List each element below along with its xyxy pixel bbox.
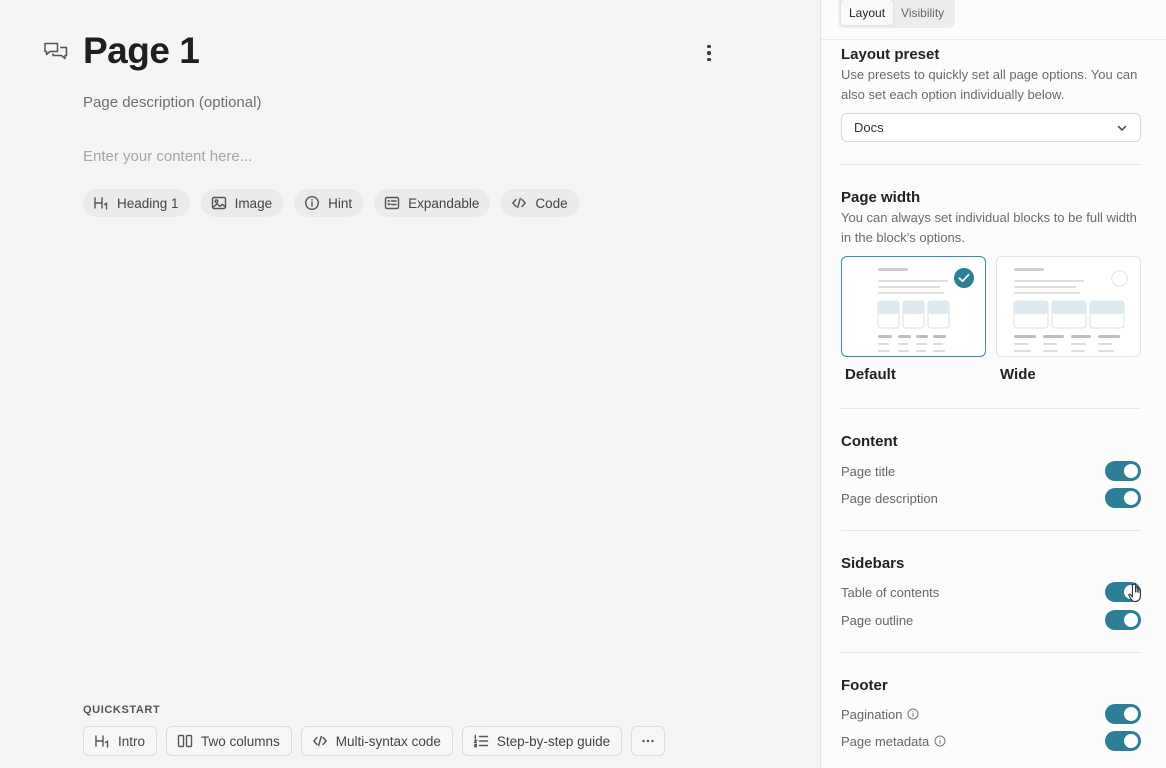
dot-icon	[707, 57, 711, 62]
toggle-row-page-outline: Page outline	[841, 609, 1141, 631]
toggle-label: Page metadata	[841, 733, 930, 749]
code-icon	[512, 197, 527, 209]
info-icon	[305, 195, 320, 211]
page-width-description: You can always set individual blocks to …	[841, 210, 1137, 245]
panel-tabs: Layout Visibility	[838, 0, 956, 28]
section-divider	[841, 652, 1141, 653]
comments-icon[interactable]	[43, 40, 69, 62]
insert-hint-button[interactable]: Hint	[294, 189, 364, 217]
quickstart-label-text: Step-by-step guide	[496, 733, 611, 749]
toggle-label-with-info: Page metadata	[841, 734, 946, 749]
quickstart-label-text: Multi-syntax code	[335, 733, 441, 749]
chip-label: Expandable	[408, 195, 480, 211]
insert-image-button[interactable]: Image	[200, 189, 284, 217]
quickstart-intro-button[interactable]: Intro	[83, 726, 158, 756]
info-icon[interactable]	[907, 708, 919, 720]
quickstart-multi-syntax-code-button[interactable]: Multi-syntax code	[300, 726, 453, 756]
more-options-button[interactable]	[700, 42, 718, 64]
section-divider	[841, 530, 1141, 531]
chevron-down-icon	[1117, 125, 1127, 131]
heading-icon	[94, 197, 108, 210]
chip-label: Heading 1	[117, 195, 179, 211]
section-divider	[841, 408, 1141, 409]
check-circle-icon	[954, 268, 974, 288]
page-width-option-default[interactable]	[841, 256, 986, 357]
page-outline-toggle[interactable]	[1105, 610, 1141, 630]
layout-preset-description: Use presets to quickly set all page opti…	[841, 67, 1138, 102]
heading-icon	[95, 735, 109, 748]
table-of-contents-toggle[interactable]	[1105, 582, 1141, 602]
page-description-toggle[interactable]	[1105, 488, 1141, 508]
dot-icon	[707, 44, 711, 49]
page-width-default-label: Default	[845, 366, 896, 383]
toggle-row-pagination: Pagination	[841, 703, 1141, 725]
insert-block-chips: Heading 1 Image Hint Expandable Code	[83, 189, 579, 217]
sidebars-section-title: Sidebars	[841, 555, 905, 572]
panel-header-divider	[821, 39, 1166, 40]
page-options-panel: Layout Visibility Layout preset Use pres…	[820, 0, 1166, 768]
insert-expandable-button[interactable]: Expandable	[374, 189, 491, 217]
info-icon[interactable]	[934, 735, 946, 747]
section-divider	[841, 164, 1141, 165]
quickstart-label: QUICKSTART	[83, 704, 161, 716]
columns-icon	[177, 734, 193, 748]
page-title[interactable]: Page 1	[83, 30, 200, 72]
chip-label: Image	[234, 195, 273, 211]
radio-circle-icon	[1111, 270, 1128, 287]
quickstart-buttons: Intro Two columns Multi-syntax code Step…	[83, 726, 666, 756]
page-width-wide-label: Wide	[1000, 366, 1036, 383]
pagination-toggle[interactable]	[1105, 704, 1141, 724]
image-icon	[211, 196, 226, 210]
content-section-title: Content	[841, 433, 898, 450]
page-title-toggle[interactable]	[1105, 461, 1141, 481]
footer-section-title: Footer	[841, 677, 888, 694]
layout-preset-value: Docs	[854, 120, 884, 135]
toggle-label: Page title	[841, 463, 896, 479]
toggle-label: Table of contents	[841, 584, 940, 600]
layout-preset-select[interactable]: Docs	[841, 113, 1141, 142]
toggle-row-page-title: Page title	[841, 460, 1141, 482]
insert-code-button[interactable]: Code	[501, 189, 579, 217]
more-horizontal-icon	[642, 739, 654, 743]
page-description-input[interactable]: Page description (optional)	[83, 94, 261, 111]
expandable-icon	[384, 196, 400, 210]
toggle-row-table-of-contents: Table of contents	[841, 581, 1141, 603]
toggle-label-with-info: Pagination	[841, 707, 919, 722]
quickstart-label-text: Two columns	[201, 733, 280, 749]
content-input[interactable]: Enter your content here...	[83, 148, 252, 165]
page-metadata-toggle[interactable]	[1105, 731, 1141, 751]
chip-label: Code	[535, 195, 568, 211]
tab-visibility[interactable]: Visibility	[893, 0, 952, 25]
page-width-option-wide[interactable]	[996, 256, 1141, 357]
chip-label: Hint	[328, 195, 353, 211]
tab-layout[interactable]: Layout	[841, 0, 894, 25]
quickstart-two-columns-button[interactable]: Two columns	[166, 726, 292, 756]
toggle-label: Page outline	[841, 612, 914, 628]
page-width-title: Page width	[841, 189, 921, 206]
layout-preset-title: Layout preset	[841, 46, 940, 63]
insert-heading-button[interactable]: Heading 1	[83, 189, 190, 217]
dot-icon	[707, 51, 711, 55]
editor-area: Page 1 Page description (optional) Enter…	[0, 0, 812, 768]
toggle-label: Page description	[841, 490, 938, 506]
quickstart-more-button[interactable]	[631, 726, 666, 756]
toggle-row-page-metadata: Page metadata	[841, 730, 1141, 752]
toggle-label: Pagination	[841, 706, 903, 722]
toggle-row-page-description: Page description	[841, 487, 1141, 509]
quickstart-label-text: Intro	[118, 733, 146, 749]
steps-icon	[473, 734, 489, 748]
quickstart-step-by-step-button[interactable]: Step-by-step guide	[461, 726, 623, 756]
code-icon	[312, 735, 327, 747]
